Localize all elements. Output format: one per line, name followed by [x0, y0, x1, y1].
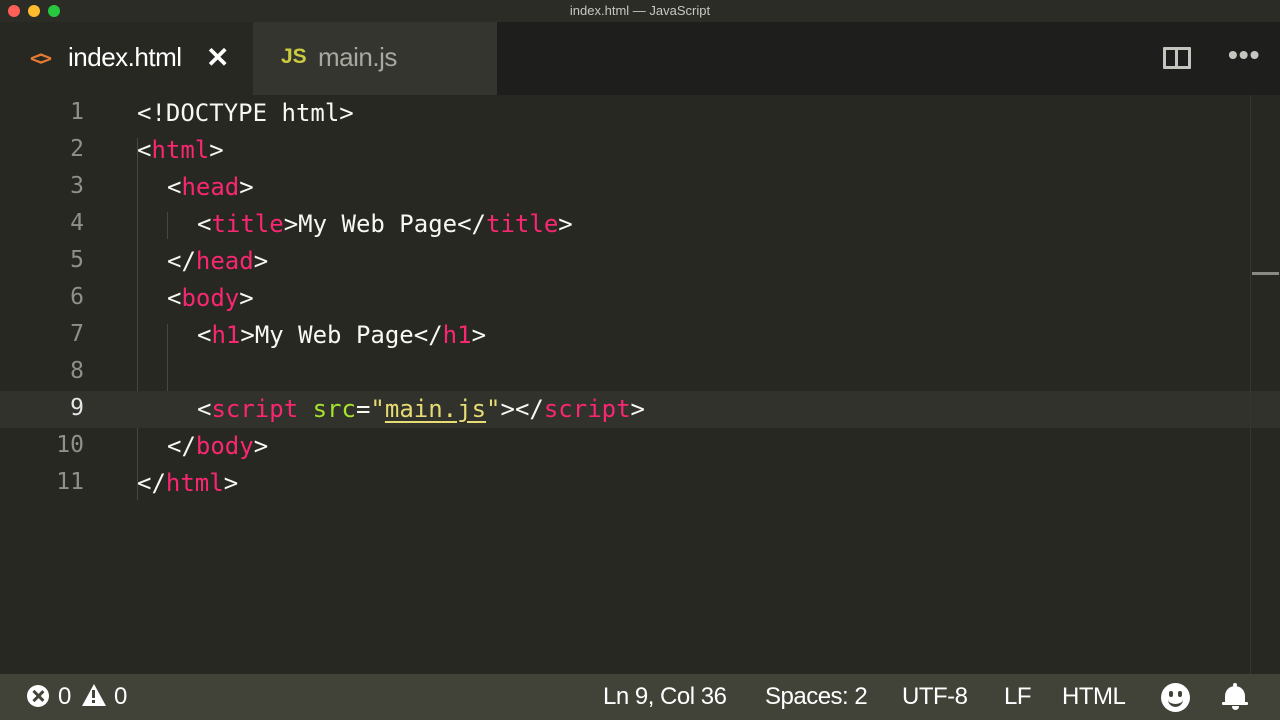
code-line[interactable]: 8	[0, 354, 1280, 391]
scroll-position-marker[interactable]	[1252, 272, 1279, 275]
vertical-scrollbar[interactable]	[1250, 95, 1280, 674]
line-number: 3	[70, 173, 84, 199]
tab-label: main.js	[318, 42, 397, 72]
code-line[interactable]: 2 <html>	[0, 132, 1280, 169]
error-count[interactable]: 0	[58, 683, 71, 711]
code-line[interactable]: 5 </head>	[0, 243, 1280, 280]
line-number: 10	[56, 432, 84, 458]
code-line[interactable]: 10 </body>	[0, 428, 1280, 465]
language-mode[interactable]: HTML	[1062, 683, 1126, 711]
code-text: <html>	[137, 136, 224, 164]
code-editor[interactable]: 1 <!DOCTYPE html> 2 <html> 3 <head> 4 <t…	[0, 95, 1280, 674]
indentation-setting[interactable]: Spaces: 2	[765, 683, 868, 711]
html-file-icon: <>	[30, 46, 52, 70]
title-bar: index.html — JavaScript	[0, 0, 1280, 22]
code-line[interactable]: 7 <h1>My Web Page</h1>	[0, 317, 1280, 354]
tab-label: index.html	[68, 42, 182, 72]
tab-index-html[interactable]: <> index.html ✕	[0, 22, 253, 95]
editor-window: index.html — JavaScript <> index.html ✕ …	[0, 0, 1280, 720]
code-line[interactable]: 3 <head>	[0, 169, 1280, 206]
error-icon[interactable]	[27, 685, 49, 707]
code-text: <h1>My Web Page</h1>	[197, 321, 487, 349]
code-text: <head>	[167, 173, 254, 201]
line-number: 6	[70, 284, 84, 310]
line-number: 2	[70, 136, 84, 162]
line-number: 5	[70, 247, 84, 273]
notification-bell-icon[interactable]	[1222, 683, 1248, 711]
code-text: </body>	[167, 432, 269, 460]
code-line-current[interactable]: 9 <script src="main.js"></script>	[0, 391, 1280, 428]
warning-icon[interactable]	[82, 684, 106, 706]
code-line[interactable]: 4 <title>My Web Page</title>	[0, 206, 1280, 243]
file-link: main.js	[384, 395, 487, 423]
line-number: 7	[70, 321, 84, 347]
file-encoding[interactable]: UTF-8	[902, 683, 968, 711]
line-number: 11	[56, 469, 84, 495]
js-file-icon: JS	[281, 45, 307, 68]
code-text: <!DOCTYPE html>	[137, 99, 354, 127]
warning-count[interactable]: 0	[114, 683, 127, 711]
tab-bar: <> index.html ✕ JS main.js •••	[0, 22, 1280, 95]
code-text: </html>	[137, 469, 239, 497]
feedback-smiley-icon[interactable]	[1161, 683, 1190, 712]
code-line[interactable]: 1 <!DOCTYPE html>	[0, 95, 1280, 132]
line-number: 4	[70, 210, 84, 236]
line-number: 9	[70, 395, 84, 421]
tab-main-js[interactable]: JS main.js	[253, 22, 497, 95]
code-text: <body>	[167, 284, 254, 312]
close-tab-icon[interactable]: ✕	[206, 41, 229, 74]
cursor-position[interactable]: Ln 9, Col 36	[603, 683, 727, 711]
tab-actions: •••	[1080, 22, 1280, 95]
code-line[interactable]: 6 <body>	[0, 280, 1280, 317]
code-line[interactable]: 11 </html>	[0, 465, 1280, 502]
line-number: 1	[70, 99, 84, 125]
line-number: 8	[70, 358, 84, 384]
code-text: </head>	[167, 247, 269, 275]
code-text: <title>My Web Page</title>	[197, 210, 573, 238]
line-ending[interactable]: LF	[1004, 683, 1032, 711]
window-title: index.html — JavaScript	[569, 3, 711, 18]
status-bar: 0 0 Ln 9, Col 36 Spaces: 2 UTF-8 LF HTML	[0, 674, 1280, 720]
more-actions-icon[interactable]: •••	[1228, 39, 1260, 71]
split-editor-icon[interactable]	[1163, 47, 1191, 69]
code-text: <script src="main.js"></script>	[197, 395, 645, 423]
